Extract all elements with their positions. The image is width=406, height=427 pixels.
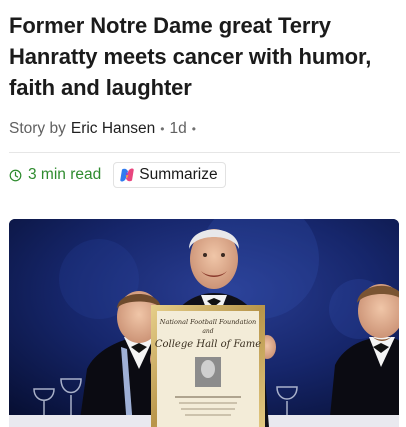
summarize-button[interactable]: Summarize <box>113 162 226 188</box>
published-age: 1d <box>169 120 187 137</box>
article-meta-row: 3 min read Summarize <box>9 160 226 190</box>
plaque-line-3: College Hall of Fame <box>155 339 261 350</box>
summarize-label: Summarize <box>139 166 218 183</box>
copilot-icon <box>120 168 134 182</box>
read-time: 3 min read <box>9 166 101 184</box>
byline-prefix: Story by <box>9 120 66 137</box>
plaque-line-2: and <box>202 328 213 335</box>
plaque-line-1: National Football Foundation <box>159 318 257 326</box>
clock-icon <box>9 169 22 181</box>
author-name[interactable]: Eric Hansen <box>71 120 155 138</box>
separator-dot: • <box>160 122 165 136</box>
hero-image[interactable]: National Football Foundation and College… <box>9 219 399 427</box>
read-time-label: 3 min read <box>28 166 102 183</box>
article-headline: Former Notre Dame great Terry Hanratty m… <box>9 13 372 100</box>
divider <box>9 152 400 153</box>
separator-dot-trailing: • <box>191 122 196 136</box>
hall-of-fame-plaque: National Football Foundation and College… <box>151 305 265 427</box>
byline: Story by Eric Hansen • 1d • <box>9 120 201 138</box>
hero-photo: National Football Foundation and College… <box>9 219 399 427</box>
